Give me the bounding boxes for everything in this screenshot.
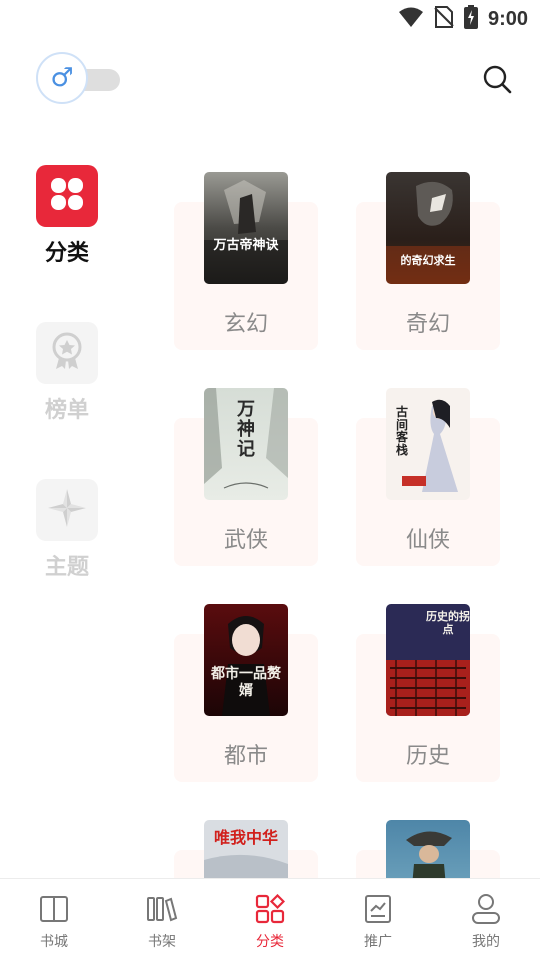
book-cover[interactable]: 万神记: [204, 388, 288, 500]
tab-bookstore[interactable]: 书城: [0, 879, 108, 960]
status-time: 9:00: [487, 7, 528, 30]
category-label: 历史: [405, 744, 450, 769]
side-item-label: 榜单: [44, 397, 89, 423]
cover-title: 的奇幻求生: [400, 254, 456, 267]
category-label: 奇幻: [405, 312, 450, 337]
tab-mine[interactable]: 我的: [432, 879, 540, 960]
side-item-label: 分类: [44, 240, 89, 266]
side-item-label: 主题: [44, 554, 89, 580]
tab-label: 分类: [256, 934, 284, 950]
tab-label: 书城: [40, 934, 68, 950]
compass-star-icon: [47, 488, 87, 532]
tab-bookshelf[interactable]: 书架: [108, 879, 216, 960]
search-icon: [482, 64, 512, 98]
category-grid-icon: [254, 893, 286, 925]
male-symbol-icon: ♂: [50, 63, 74, 93]
side-icon-bg: [36, 479, 98, 541]
cover-title: 历史的拐点: [426, 610, 470, 637]
category-card-lishi[interactable]: 历史的拐点 历史: [356, 604, 500, 782]
book-cover[interactable]: 唯我中华: [204, 820, 288, 878]
book-cover[interactable]: 的奇幻求生: [386, 172, 470, 284]
battery-charging-icon: [463, 5, 478, 33]
book-cover[interactable]: 历史的拐点: [386, 604, 470, 716]
tab-promotion[interactable]: 推广: [324, 879, 432, 960]
category-card-qihuan[interactable]: 的奇幻求生 奇幻: [356, 172, 500, 350]
side-item-theme[interactable]: 主题: [36, 479, 98, 581]
tab-category[interactable]: 分类: [216, 879, 324, 960]
category-card-xuanhuan[interactable]: 万古帝神诀 玄幻: [174, 172, 318, 350]
side-icon-bg: [36, 322, 98, 384]
status-icons: 9:00: [398, 5, 528, 33]
category-card-xianxia[interactable]: 古间客栈 仙侠: [356, 388, 500, 566]
no-sim-icon: [434, 5, 454, 33]
tab-label: 推广: [364, 934, 392, 950]
cover-title: 都市一品赘婿: [211, 666, 281, 699]
status-bar: 9:00: [0, 0, 540, 38]
bookshelf-icon: [146, 893, 178, 925]
chart-board-icon: [362, 893, 394, 925]
gender-toggle[interactable]: ♂: [36, 52, 122, 104]
cover-title: 万神记: [237, 399, 255, 460]
tab-label: 我的: [472, 934, 500, 950]
side-item-ranking[interactable]: 榜单: [36, 322, 98, 424]
tab-label: 书架: [148, 934, 176, 950]
category-card-row4-right[interactable]: [356, 820, 500, 878]
book-cover[interactable]: 万古帝神诀: [204, 172, 288, 284]
category-card-row4-left[interactable]: 唯我中华: [174, 820, 318, 878]
cover-title: 古间客栈: [395, 405, 408, 457]
award-badge-icon: [49, 332, 85, 374]
category-label: 玄幻: [223, 312, 268, 337]
search-button[interactable]: [480, 64, 514, 98]
book-open-icon: [38, 893, 70, 925]
category-label: 武侠: [223, 528, 268, 553]
book-cover[interactable]: 都市一品赘婿: [204, 604, 288, 716]
category-label: 都市: [223, 744, 268, 769]
category-label: 仙侠: [405, 528, 450, 553]
bottom-tab-bar: 书城 书架 分类 推广 我的: [0, 878, 540, 960]
side-item-category[interactable]: 分类: [36, 165, 98, 267]
book-cover[interactable]: 古间客栈: [386, 388, 470, 500]
cover-title: 万古帝神诀: [213, 238, 279, 253]
category-card-dushi[interactable]: 都市一品赘婿 都市: [174, 604, 318, 782]
toggle-knob[interactable]: ♂: [36, 52, 88, 104]
category-grid: 万古帝神诀 玄幻 的奇幻求生 奇幻 万神记 武侠 古间客栈 仙侠 都市一品赘婿 …: [150, 160, 540, 878]
book-cover[interactable]: [386, 820, 470, 878]
four-petal-grid-icon: [50, 177, 84, 215]
user-icon: [470, 893, 502, 925]
wifi-icon: [398, 6, 424, 32]
cover-title: 唯我中华: [213, 828, 278, 847]
category-card-wuxia[interactable]: 万神记 武侠: [174, 388, 318, 566]
side-icon-bg: [36, 165, 98, 227]
